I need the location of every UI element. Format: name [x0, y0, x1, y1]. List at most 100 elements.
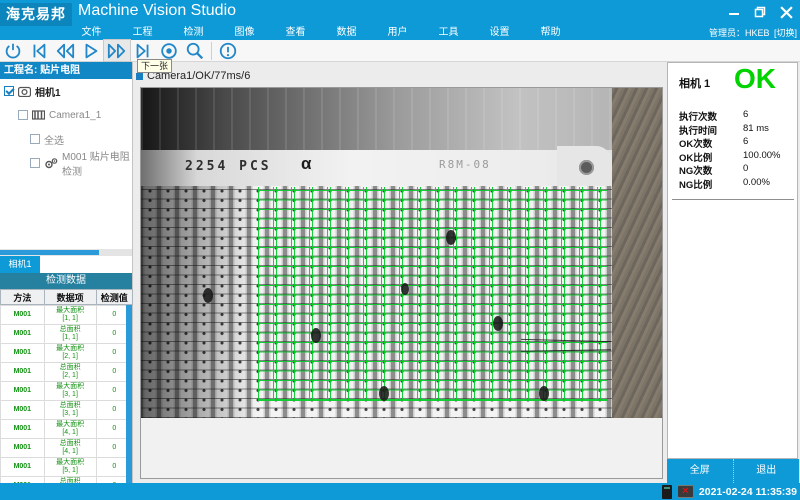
close-icon [780, 6, 793, 19]
detection-table-body: M001 最大面积[1, 1] 0 M001 总面积[1, 1] 0 M001 [0, 305, 132, 486]
exit-button[interactable]: 退出 [734, 459, 800, 483]
table-row[interactable]: M001 最大面积[1, 1] 0 [1, 306, 133, 325]
menu-bar: 文件工程检测图像查看数据用户工具设置帮助 管理员：HKEB [切换] [0, 26, 800, 40]
tray-count-text: 2254 PCS [185, 159, 272, 174]
table-row[interactable]: M001 最大面积[3, 1] 0 [1, 382, 133, 401]
power-button[interactable] [0, 40, 26, 61]
project-name-header: 工程名: 贴片电阻 [0, 62, 132, 79]
gears-icon [44, 158, 58, 169]
tree-item-camera-device[interactable]: Camera1_1 [0, 103, 132, 127]
table-row[interactable]: M001 总面积[4, 1] 0 [1, 439, 133, 458]
device-status-icon [662, 485, 672, 499]
toolbar [0, 40, 800, 62]
machine-vision-studio-window: 海克易邦 Machine Vision Studio 文件工程检测图像查看数据用… [0, 0, 800, 500]
prev-image-button[interactable] [52, 40, 78, 61]
magnifier-icon [185, 41, 205, 61]
action-bar: 全屏 退出 [667, 459, 799, 483]
menu-item[interactable]: 检测 [168, 26, 219, 40]
camera-icon [18, 86, 31, 97]
select-all-checkbox[interactable] [30, 134, 40, 144]
col-method: 方法 [1, 290, 45, 305]
menu-item[interactable]: 设置 [474, 26, 525, 40]
camera-device-checkbox[interactable] [18, 110, 28, 120]
zoom-button[interactable] [182, 40, 208, 61]
first-image-icon [29, 41, 49, 61]
table-row[interactable]: M001 总面积[2, 1] 0 [1, 363, 133, 382]
tree-item-label: Camera1_1 [49, 110, 101, 121]
table-vertical-scrollbar[interactable] [126, 305, 132, 486]
next-image-tooltip: 下一张 [137, 59, 172, 73]
toolbar-separator [211, 42, 212, 60]
last-image-icon [133, 41, 153, 61]
tree-item-label: 全选 [44, 132, 64, 147]
fullscreen-button[interactable]: 全屏 [667, 459, 734, 483]
menu-item[interactable]: 文件 [66, 26, 117, 40]
close-button[interactable] [778, 4, 794, 20]
defect-blob [379, 386, 389, 401]
background-texture [612, 88, 662, 418]
power-icon [3, 41, 23, 61]
stat-row: NG次数 0 [679, 163, 791, 177]
defect-blob [203, 288, 213, 303]
defect-blob [493, 316, 503, 331]
camera-image[interactable]: 2254 PCS α R8M-08 [141, 88, 662, 418]
switch-user-link[interactable]: [切换] [774, 28, 797, 38]
first-image-button[interactable] [26, 40, 52, 61]
menu-item[interactable]: 工具 [423, 26, 474, 40]
menu-item[interactable]: 数据 [321, 26, 372, 40]
defect-blob [446, 230, 456, 245]
scrollbar-thumb[interactable] [0, 250, 99, 255]
col-value: 检测值 [96, 290, 132, 305]
menu-item[interactable]: 用户 [372, 26, 423, 40]
result-camera-label: 相机 1 [679, 75, 710, 91]
tree-horizontal-scrollbar[interactable] [0, 249, 132, 256]
camera-status-square [136, 73, 143, 80]
stat-row: NG比例 0.00% [679, 177, 791, 191]
camera1-tab[interactable]: 相机1 [0, 256, 40, 273]
table-row[interactable]: M001 最大面积[5, 1] 0 [1, 458, 133, 477]
module-checkbox[interactable] [30, 158, 40, 168]
tray-hole [579, 160, 594, 175]
tree-item-module[interactable]: M001 贴片电阻检测 [0, 151, 132, 175]
alarm-button[interactable] [215, 40, 241, 61]
tray-corner [557, 146, 612, 190]
manufacturer-logo: α [301, 154, 311, 174]
tray-top-band [141, 88, 612, 150]
detection-table-header: 方法 数据项 检测值 [0, 289, 133, 305]
record-icon [159, 41, 179, 61]
tree-item-label: M001 贴片电阻检测 [62, 148, 132, 178]
run-button[interactable] [78, 40, 104, 61]
menu-item[interactable]: 工程 [117, 26, 168, 40]
image-viewer-panel: Camera1/OK/77ms/6 2254 PCS α R8M-08 [134, 62, 666, 483]
menu-item[interactable]: 帮助 [525, 26, 576, 40]
restore-button[interactable] [752, 4, 768, 20]
project-tree: 相机1 Camera1_1 全选 [0, 79, 132, 247]
panel-divider [672, 199, 794, 200]
result-status: OK [734, 63, 776, 95]
tree-item-camera-group[interactable]: 相机1 [0, 79, 132, 103]
stat-row: OK次数 6 [679, 136, 791, 150]
prev-image-icon [55, 41, 75, 61]
play-icon [81, 41, 101, 61]
detection-overlay [258, 187, 608, 401]
defect-blob [311, 328, 321, 343]
next-image-button[interactable] [104, 40, 130, 61]
tree-item-label: 相机1 [35, 84, 61, 99]
tray-batch-code: R8M-08 [439, 158, 491, 171]
minimize-button[interactable] [726, 4, 742, 20]
brand-logo: 海克易邦 [0, 3, 72, 26]
minimize-icon [728, 6, 740, 18]
menu-item[interactable]: 图像 [219, 26, 270, 40]
alarm-icon [218, 41, 238, 61]
project-panel: 工程名: 贴片电阻 相机1 Camera1_1 [0, 62, 133, 483]
detection-data-header: 检测数据 [0, 273, 132, 289]
status-timestamp: 2021-02-24 11:35:39 [699, 486, 797, 498]
table-row[interactable]: M001 最大面积[4, 1] 0 [1, 420, 133, 439]
record-button[interactable] [156, 40, 182, 61]
table-row[interactable]: M001 总面积[3, 1] 0 [1, 401, 133, 420]
last-image-button[interactable] [130, 40, 156, 61]
camera-group-checkbox[interactable] [4, 86, 14, 96]
menu-item[interactable]: 查看 [270, 26, 321, 40]
table-row[interactable]: M001 总面积[1, 1] 0 [1, 325, 133, 344]
table-row[interactable]: M001 最大面积[2, 1] 0 [1, 344, 133, 363]
